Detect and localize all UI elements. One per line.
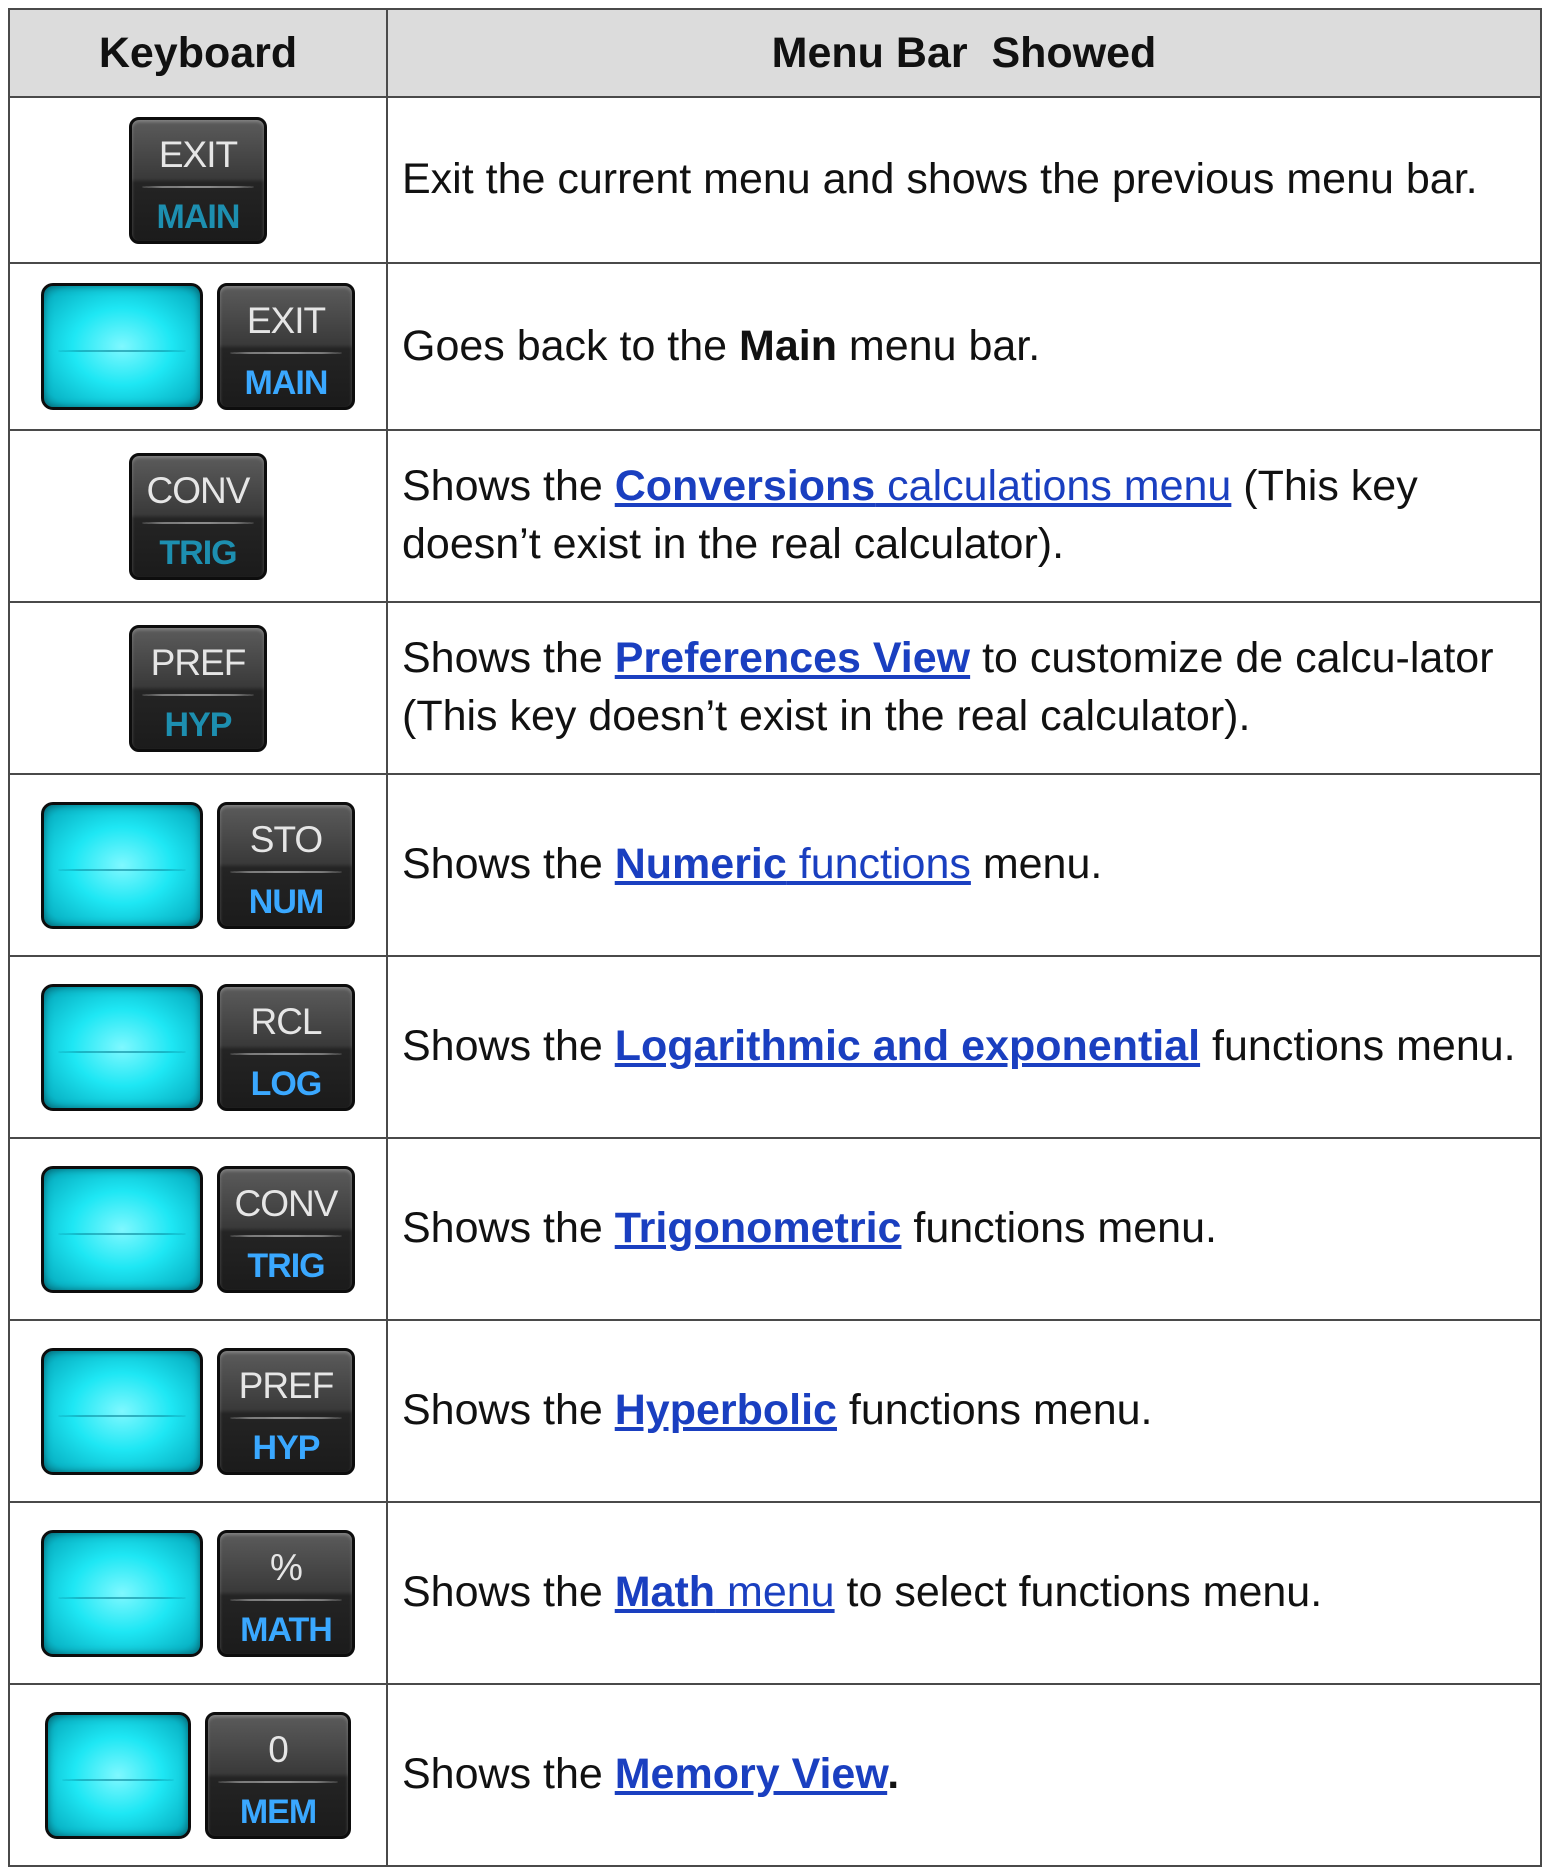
table-header-row: Keyboard Menu Bar Showed <box>8 8 1542 98</box>
shift-key-icon <box>41 801 203 929</box>
keyboard-cell: RCL LOG <box>8 955 388 1139</box>
table-row: CONV TRIG Shows the Conversions calculat… <box>8 429 1542 603</box>
table-row: EXIT MAIN Exit the current menu and show… <box>8 96 1542 264</box>
table-row: 0 MEM Shows the Memory View. <box>8 1683 1542 1867</box>
conv-key-icon: CONV TRIG <box>217 1165 355 1293</box>
description-cell: Shows the Math menu to select functions … <box>386 1501 1542 1685</box>
numeric-functions-link[interactable]: Numeric functions <box>615 840 971 888</box>
shift-key-icon <box>41 283 203 410</box>
keyboard-cell: PREF HYP <box>8 1319 388 1503</box>
description-cell: Shows the Hyperbolic functions menu. <box>386 1319 1542 1503</box>
keyboard-cell: CONV TRIG <box>8 1137 388 1321</box>
description-cell: Exit the current menu and shows the prev… <box>386 96 1542 264</box>
table-row: PREF HYP Shows the Hyperbolic functions … <box>8 1319 1542 1503</box>
menu-keys-table-container: Keyboard Menu Bar Showed EXIT MAIN Exit … <box>8 8 1542 1867</box>
table-row: PREF HYP Shows the Preferences View to c… <box>8 601 1542 775</box>
keyboard-cell: % MATH <box>8 1501 388 1685</box>
conv-key-icon: CONV TRIG <box>129 452 267 580</box>
exit-key-icon: EXIT MAIN <box>129 116 267 244</box>
keyboard-cell: STO NUM <box>8 773 388 957</box>
preferences-view-link[interactable]: Preferences View <box>615 634 970 682</box>
percent-key-icon: % MATH <box>217 1529 355 1657</box>
table-row: % MATH Shows the Math menu to select fun… <box>8 1501 1542 1685</box>
trigonometric-link[interactable]: Trigonometric <box>615 1204 902 1252</box>
pref-key-icon: PREF HYP <box>129 624 267 752</box>
description-cell: Shows the Logarithmic and exponential fu… <box>386 955 1542 1139</box>
keyboard-cell: EXIT MAIN <box>8 96 388 264</box>
description-cell: Shows the Conversions calculations menu … <box>386 429 1542 603</box>
table-row: STO NUM Shows the Numeric functions menu… <box>8 773 1542 957</box>
sto-key-icon: STO NUM <box>217 801 355 929</box>
table-row: CONV TRIG Shows the Trigonometric functi… <box>8 1137 1542 1321</box>
math-menu-link[interactable]: Math menu <box>615 1568 835 1616</box>
keyboard-cell: PREF HYP <box>8 601 388 775</box>
hyperbolic-link[interactable]: Hyperbolic <box>615 1386 837 1434</box>
description-cell: Shows the Memory View. <box>386 1683 1542 1867</box>
keyboard-cell: CONV TRIG <box>8 429 388 603</box>
conversions-link[interactable]: Conversions calculations menu <box>615 462 1232 510</box>
keyboard-cell: EXIT MAIN <box>8 262 388 431</box>
description-cell: Goes back to the Main menu bar. <box>386 262 1542 431</box>
shift-key-icon <box>41 1529 203 1657</box>
description-cell: Shows the Trigonometric functions menu. <box>386 1137 1542 1321</box>
rcl-key-icon: RCL LOG <box>217 983 355 1111</box>
zero-key-icon: 0 MEM <box>205 1711 351 1839</box>
menu-keys-table: Keyboard Menu Bar Showed EXIT MAIN Exit … <box>8 8 1542 1867</box>
shift-key-icon <box>41 1165 203 1293</box>
logarithmic-link[interactable]: Logarithmic and exponential <box>615 1022 1200 1070</box>
exit-key-icon: EXIT MAIN <box>217 283 355 410</box>
shift-key-icon <box>41 1347 203 1475</box>
shift-key-icon <box>45 1711 191 1839</box>
table-row: RCL LOG Shows the Logarithmic and expone… <box>8 955 1542 1139</box>
description-cell: Shows the Numeric functions menu. <box>386 773 1542 957</box>
header-keyboard: Keyboard <box>8 8 388 98</box>
description-cell: Shows the Preferences View to customize … <box>386 601 1542 775</box>
table-row: EXIT MAIN Goes back to the Main menu bar… <box>8 262 1542 431</box>
shift-key-icon <box>41 983 203 1111</box>
keyboard-cell: 0 MEM <box>8 1683 388 1867</box>
memory-view-link[interactable]: Memory View <box>615 1750 887 1798</box>
pref-key-icon: PREF HYP <box>217 1347 355 1475</box>
header-menu-bar: Menu Bar Showed <box>386 8 1542 98</box>
